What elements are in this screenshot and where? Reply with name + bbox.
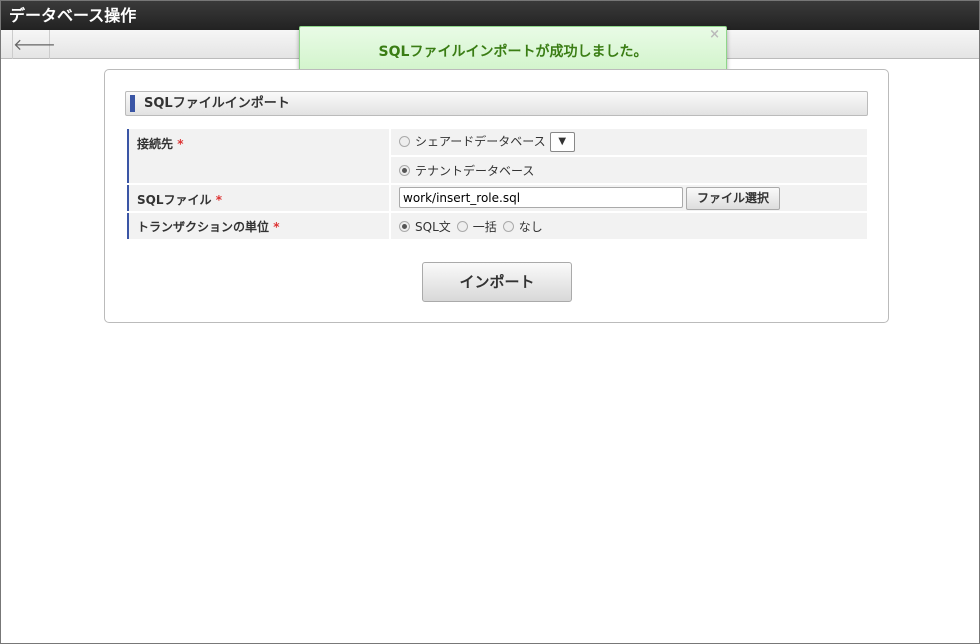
- radio-sql-statement[interactable]: [399, 220, 410, 232]
- shared-db-dropdown[interactable]: ▼: [549, 132, 575, 152]
- radio-none[interactable]: [502, 220, 514, 232]
- radio-tenant-db[interactable]: [399, 164, 410, 176]
- import-button[interactable]: インポート: [422, 262, 572, 302]
- form-row-connection: 接続先 * シェアードデータベース ▼: [127, 129, 867, 183]
- form-row-sqlfile: SQLファイル * ファイル選択: [127, 185, 867, 211]
- arrow-left-icon: 🡐: [13, 35, 56, 54]
- section-title: SQLファイルインポート: [125, 91, 868, 116]
- radio-shared-db[interactable]: [399, 135, 410, 147]
- form-row-transaction: トランザクションの単位 * SQL文 一括 なし: [127, 213, 867, 239]
- toast-message: SQLファイルインポートが成功しました。: [378, 44, 648, 60]
- transaction-label: トランザクションの単位 *: [127, 213, 389, 239]
- import-panel: SQLファイルインポート 接続先 * シェアードデータベース ▼ テナントデータベ…: [104, 69, 889, 323]
- connection-label: 接続先 *: [127, 129, 389, 183]
- radio-bulk[interactable]: [456, 220, 468, 232]
- back-button[interactable]: 🡐: [12, 30, 56, 59]
- close-icon[interactable]: ×: [709, 10, 720, 60]
- sqlfile-label: SQLファイル *: [127, 185, 389, 211]
- import-form: 接続先 * シェアードデータベース ▼ テナントデータベース SQLファイル * …: [127, 127, 867, 241]
- sqlfile-input[interactable]: [399, 187, 683, 208]
- file-select-button[interactable]: ファイル選択: [686, 186, 781, 210]
